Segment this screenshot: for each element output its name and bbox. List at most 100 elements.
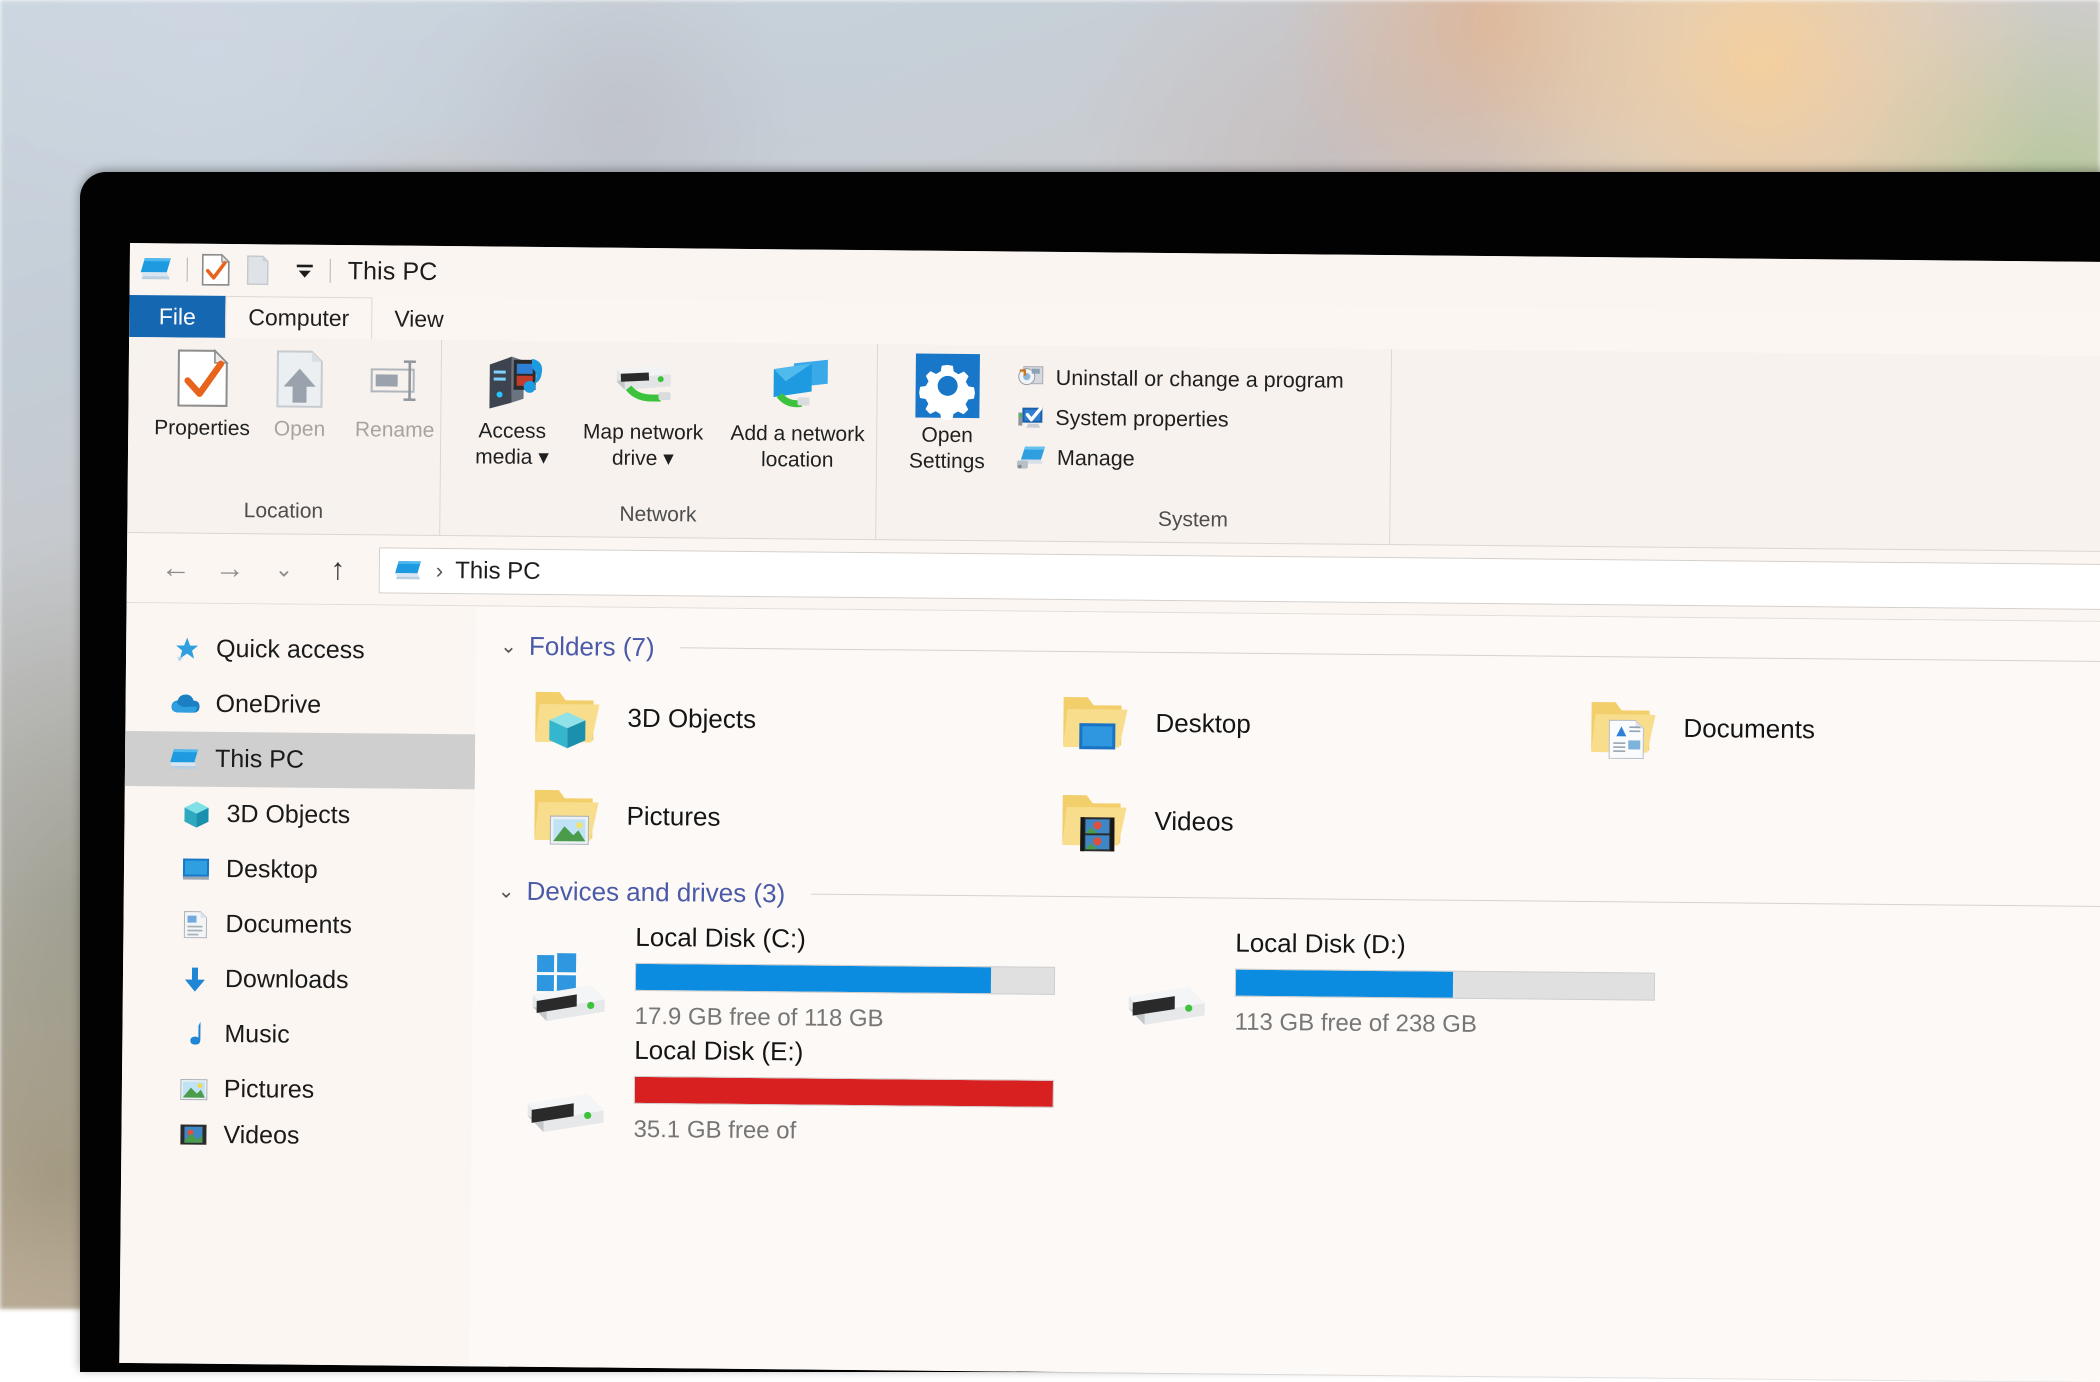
this-pc-icon[interactable] [140,255,174,283]
map-network-drive-label-line1: Map network [583,420,703,444]
properties-button[interactable]: Properties [154,345,251,442]
sidebar-item-onedrive[interactable]: OneDrive [125,676,476,734]
documents-icon [179,908,211,940]
folder-pictures-icon [528,780,605,851]
sidebar-item-pictures[interactable]: Pictures [122,1061,473,1119]
hard-drive-icon [517,1030,614,1143]
breadcrumb-separator-icon: › [436,557,444,583]
sidebar-item-music[interactable]: Music [122,1006,473,1064]
sidebar-item-3d-objects[interactable]: 3D Objects [124,786,475,844]
dropdown-caret-icon[interactable]: ▾ [657,447,674,470]
manage-label: Manage [1057,445,1135,471]
section-rule [681,647,2100,662]
onedrive-cloud-icon [169,688,201,720]
folder-tile-documents[interactable]: Documents [1555,678,2084,781]
folder-tile-3d-objects[interactable]: 3D Objects [499,668,1028,771]
sidebar-item-desktop[interactable]: Desktop [124,841,475,899]
music-note-icon [178,1018,210,1050]
folder-tile-videos[interactable]: Videos [1026,771,1555,874]
title-divider [330,259,331,283]
customize-dropdown-icon[interactable] [293,261,317,281]
rename-icon [364,347,427,414]
section-label-folders: Folders (7) [529,631,655,663]
add-network-location-button[interactable]: Add a network location [718,351,877,474]
recent-locations-button[interactable]: ⌄ [257,543,311,596]
access-media-icon [479,348,546,415]
folders-grid: 3D Objects Desktop [498,668,2100,880]
downloads-icon [179,963,211,995]
tab-file[interactable]: File [129,295,225,338]
file-explorer-window: This PC File Computer View Properties [119,243,2100,1382]
properties-icon[interactable] [201,253,231,287]
sidebar-item-this-pc[interactable]: This PC [125,731,476,789]
system-properties-label: System properties [1055,405,1228,432]
sidebar-label: Music [224,1020,290,1050]
system-small-commands: Uninstall or change a program [1015,354,1344,481]
content-pane: ⌄ Folders (7) [469,606,2100,1382]
access-media-label-line1: Access [478,419,546,443]
desktop-icon [180,853,212,885]
folder-tile-desktop[interactable]: Desktop [1027,673,1556,776]
up-button[interactable]: ↑ [311,543,365,596]
map-network-drive-button[interactable]: Map network drive ▾ [569,349,718,472]
sidebar-item-videos[interactable]: Videos [121,1116,471,1155]
drive-tile-local-disk-d[interactable]: Local Disk (D:) 113 GB free of 238 GB [1096,922,1697,1041]
ribbon-group-title-location: Location [127,498,439,535]
folder-name: Desktop [1155,707,1251,739]
section-header-devices-and-drives[interactable]: ⌄ Devices and drives (3) [498,876,2100,923]
system-properties-button[interactable]: System properties [1015,398,1343,441]
folder-tile-pictures[interactable]: Pictures [498,766,1027,869]
uninstall-or-change-a-program-button[interactable]: Uninstall or change a program [1016,358,1344,401]
manage-icon [1015,443,1047,473]
navigation-pane: Quick access OneDrive [119,603,476,1366]
new-folder-icon[interactable] [245,254,271,286]
sidebar-label: This PC [215,745,304,775]
drive-usage-bar [634,1076,1054,1108]
properties-checkdoc-icon [174,345,231,412]
windows-system-drive-icon [519,917,616,1026]
open-settings-label-line2: Settings [909,449,985,473]
uninstall-program-label: Uninstall or change a program [1056,365,1344,393]
drive-usage-fill [635,1077,1053,1107]
sidebar-label: OneDrive [215,690,321,720]
drive-tile-local-disk-c[interactable]: Local Disk (C:) 17.9 GB free of 118 GB [496,917,1097,1036]
sidebar-label: Desktop [226,855,318,885]
rename-button[interactable]: Rename [349,347,441,443]
sidebar-label: Quick access [216,635,365,665]
open-button[interactable]: Open [254,346,346,442]
manage-button[interactable]: Manage [1015,438,1343,481]
tab-view[interactable]: View [372,297,466,340]
forward-button[interactable]: → [203,542,257,595]
breadcrumb-this-pc[interactable]: This PC [455,557,541,586]
ribbon: Properties Open [127,337,2100,552]
explorer-body: Quick access OneDrive [119,603,2100,1382]
access-media-button[interactable]: Access media ▾ [457,348,568,470]
drive-tile-local-disk-e[interactable]: Local Disk (E:) 35.1 GB free of [495,1030,956,1147]
open-settings-button[interactable]: Open Settings [895,352,1000,474]
sidebar-label: Downloads [225,965,349,995]
sidebar-item-quick-access[interactable]: Quick access [126,621,477,679]
toolbar-divider [187,258,188,282]
videos-icon [177,1118,209,1150]
open-settings-label-line1: Open [921,424,973,447]
chevron-down-icon[interactable]: ⌄ [498,879,515,904]
folder-documents-icon [1585,692,1662,763]
folder-name: Videos [1154,805,1233,837]
chevron-down-icon[interactable]: ⌄ [500,634,517,659]
tab-computer[interactable]: Computer [225,296,372,339]
sidebar-label: Pictures [224,1075,315,1105]
folder-3d-objects-icon [529,682,606,753]
sidebar-item-documents[interactable]: Documents [123,896,474,954]
sidebar-item-downloads[interactable]: Downloads [123,951,474,1009]
drive-name: Local Disk (E:) [634,1035,1054,1070]
hard-drive-icon [1118,923,1215,1036]
ribbon-group-title-system: System [876,505,1389,544]
dropdown-caret-icon[interactable]: ▾ [532,445,549,468]
address-bar[interactable]: › This PC [379,547,2100,610]
section-label-devices: Devices and drives (3) [526,876,785,909]
section-rule [811,894,2100,907]
back-button[interactable]: ← [149,542,203,595]
this-pc-icon [169,743,201,775]
sidebar-label: Documents [225,910,352,940]
open-label: Open [274,412,326,442]
